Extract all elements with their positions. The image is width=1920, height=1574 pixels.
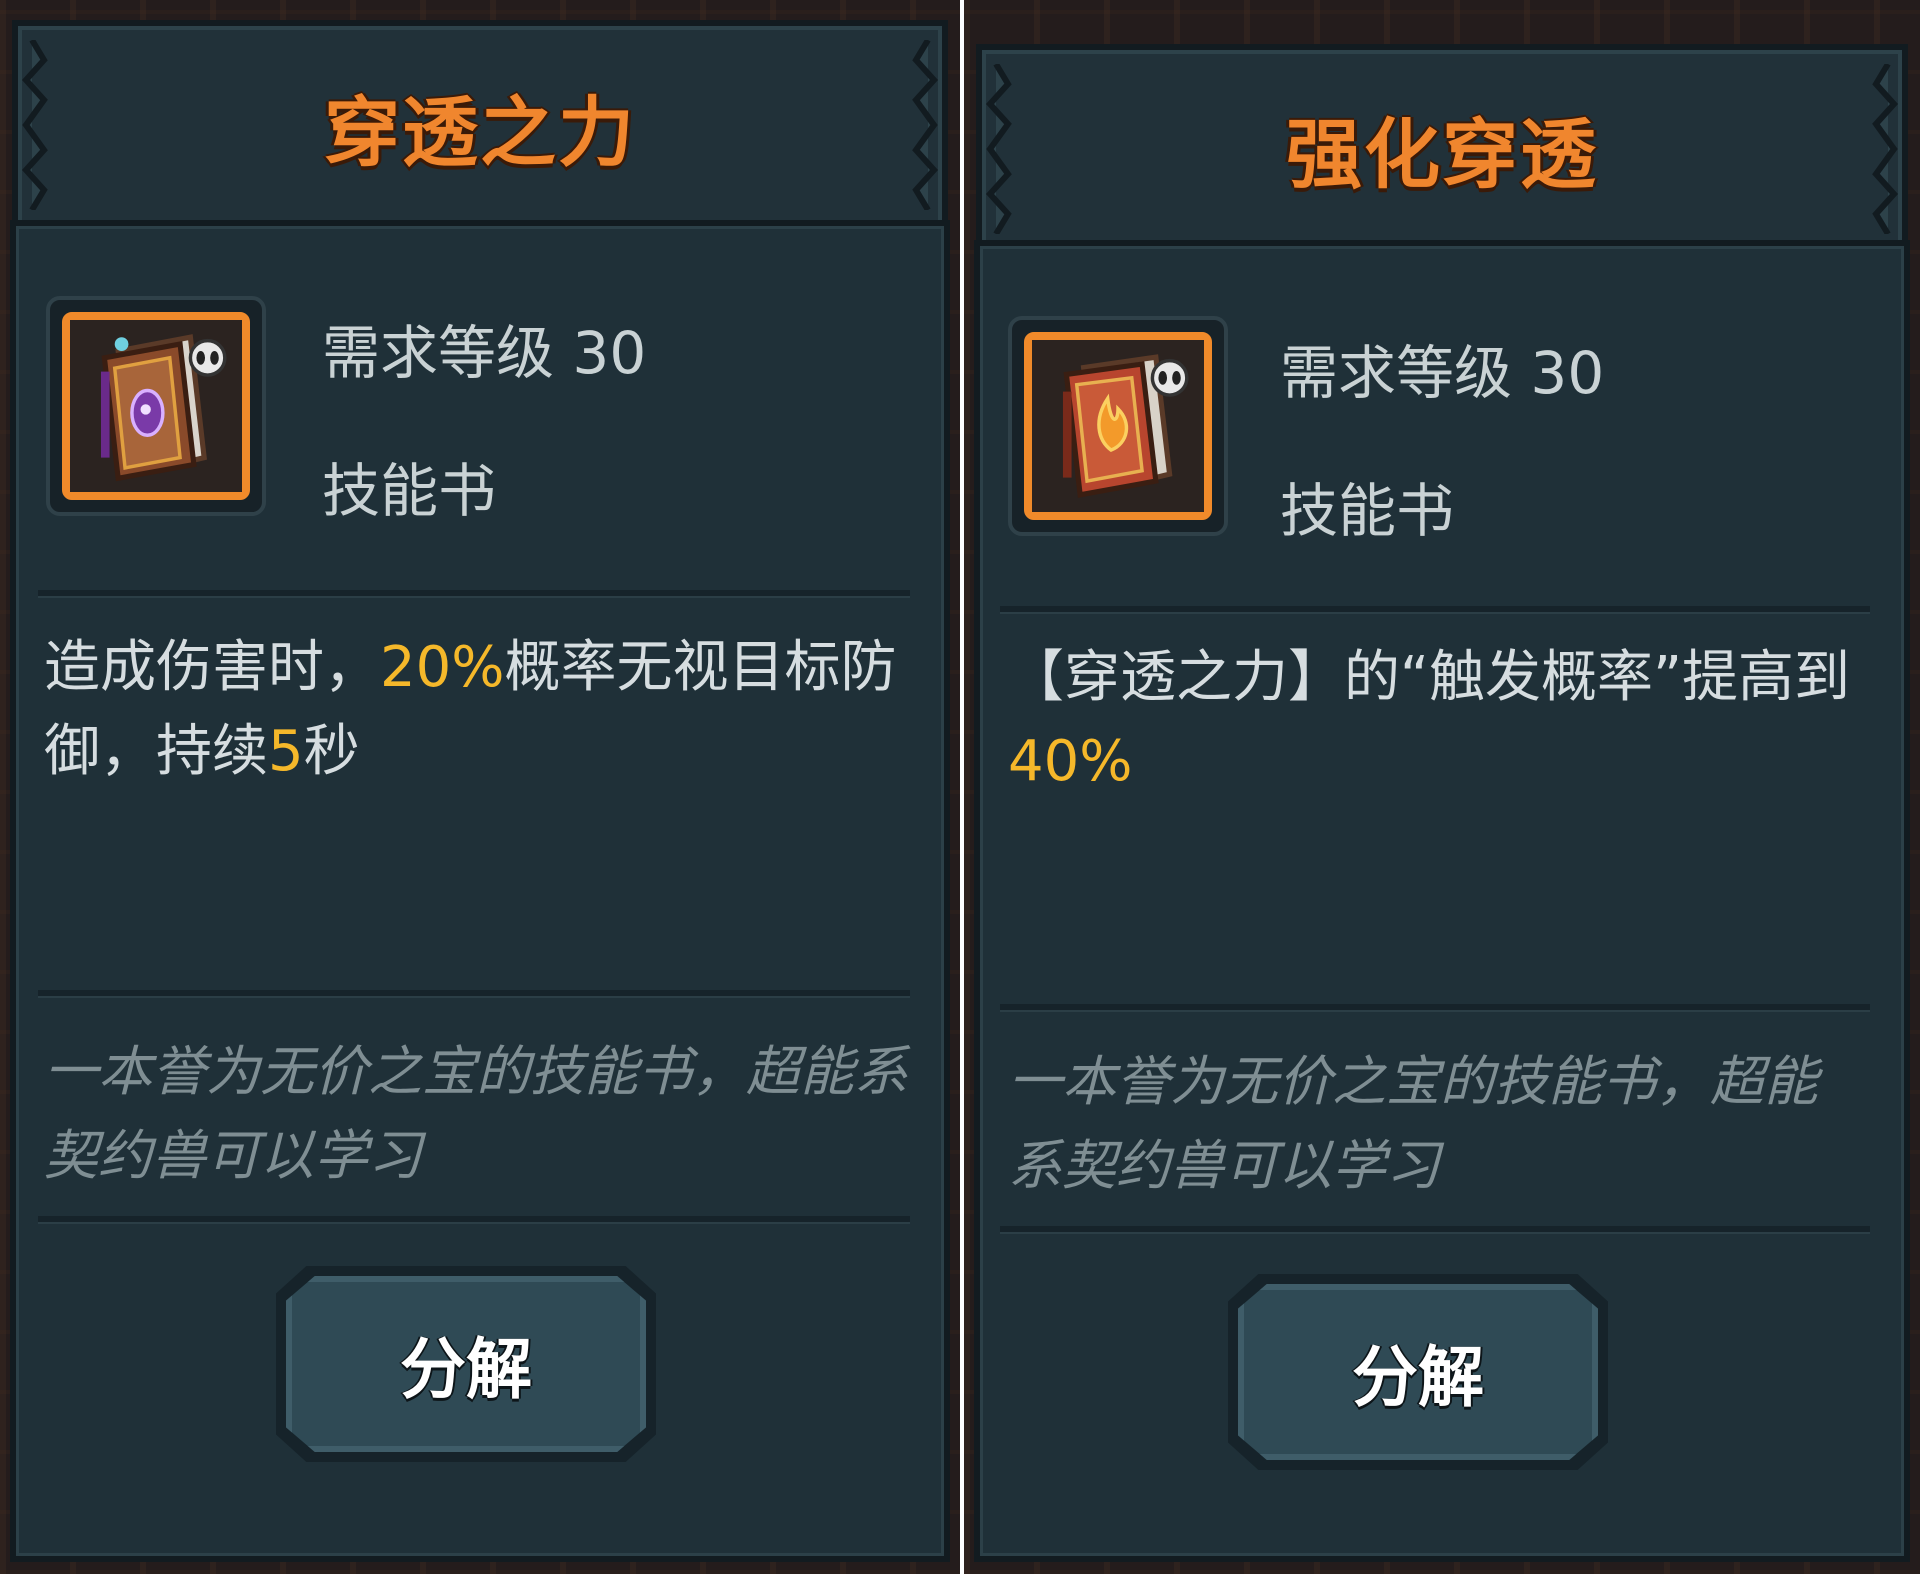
skill-description: 造成伤害时，20%概率无视目标防御，持续5秒 bbox=[44, 626, 914, 794]
item-icon-frame bbox=[1008, 316, 1228, 536]
skill-card-right: 强化穿透 需求等级 30 技能书 【穿透之力】的“触发概率”提高到 40% 一本誉… bbox=[964, 0, 1920, 1574]
title-banner: 强化穿透 bbox=[976, 44, 1908, 252]
divider-bottom bbox=[38, 1216, 910, 1224]
skill-description: 【穿透之力】的“触发概率”提高到 40% bbox=[1008, 636, 1868, 804]
desc-text: 造成伤害时， bbox=[44, 635, 380, 700]
required-level: 需求等级 30 bbox=[1280, 339, 1605, 407]
card-title: 强化穿透 bbox=[1286, 110, 1598, 199]
desc-text: 秒 bbox=[303, 719, 360, 784]
required-level: 需求等级 30 bbox=[322, 319, 647, 387]
desc-highlight-chance: 20% bbox=[380, 635, 505, 700]
purple-gem-skill-book-icon bbox=[70, 320, 242, 492]
desc-text: 【穿透之力】的“触发概率”提高到 bbox=[1008, 645, 1851, 710]
desc-highlight-chance: 40% bbox=[1008, 729, 1133, 794]
decompose-button-label: 分解 bbox=[400, 1331, 532, 1408]
divider-middle bbox=[1000, 1004, 1870, 1012]
decompose-button[interactable]: 分解 bbox=[276, 1266, 656, 1462]
item-type: 技能书 bbox=[1280, 477, 1455, 545]
divider-middle bbox=[38, 990, 910, 998]
card-title: 穿透之力 bbox=[324, 88, 636, 177]
decompose-button[interactable]: 分解 bbox=[1228, 1274, 1608, 1470]
divider-bottom bbox=[1000, 1226, 1870, 1234]
flavor-text: 一本誉为无价之宝的技能书，超能系契约兽可以学习 bbox=[44, 1040, 908, 1187]
item-icon-frame bbox=[46, 296, 266, 516]
divider-top bbox=[1000, 606, 1870, 614]
item-type: 技能书 bbox=[322, 457, 497, 525]
red-flame-skill-book-icon bbox=[1032, 340, 1204, 512]
skill-card-left: 穿透之力 需求等级 30 技能书 造成伤害时，20%概率无视目标防御，持续5秒 … bbox=[0, 0, 960, 1574]
divider-top bbox=[38, 590, 910, 598]
title-banner: 穿透之力 bbox=[12, 20, 948, 232]
decompose-button-label: 分解 bbox=[1352, 1339, 1484, 1416]
flavor-text: 一本誉为无价之宝的技能书，超能系契约兽可以学习 bbox=[1008, 1050, 1818, 1197]
desc-highlight-duration: 5 bbox=[268, 719, 304, 784]
